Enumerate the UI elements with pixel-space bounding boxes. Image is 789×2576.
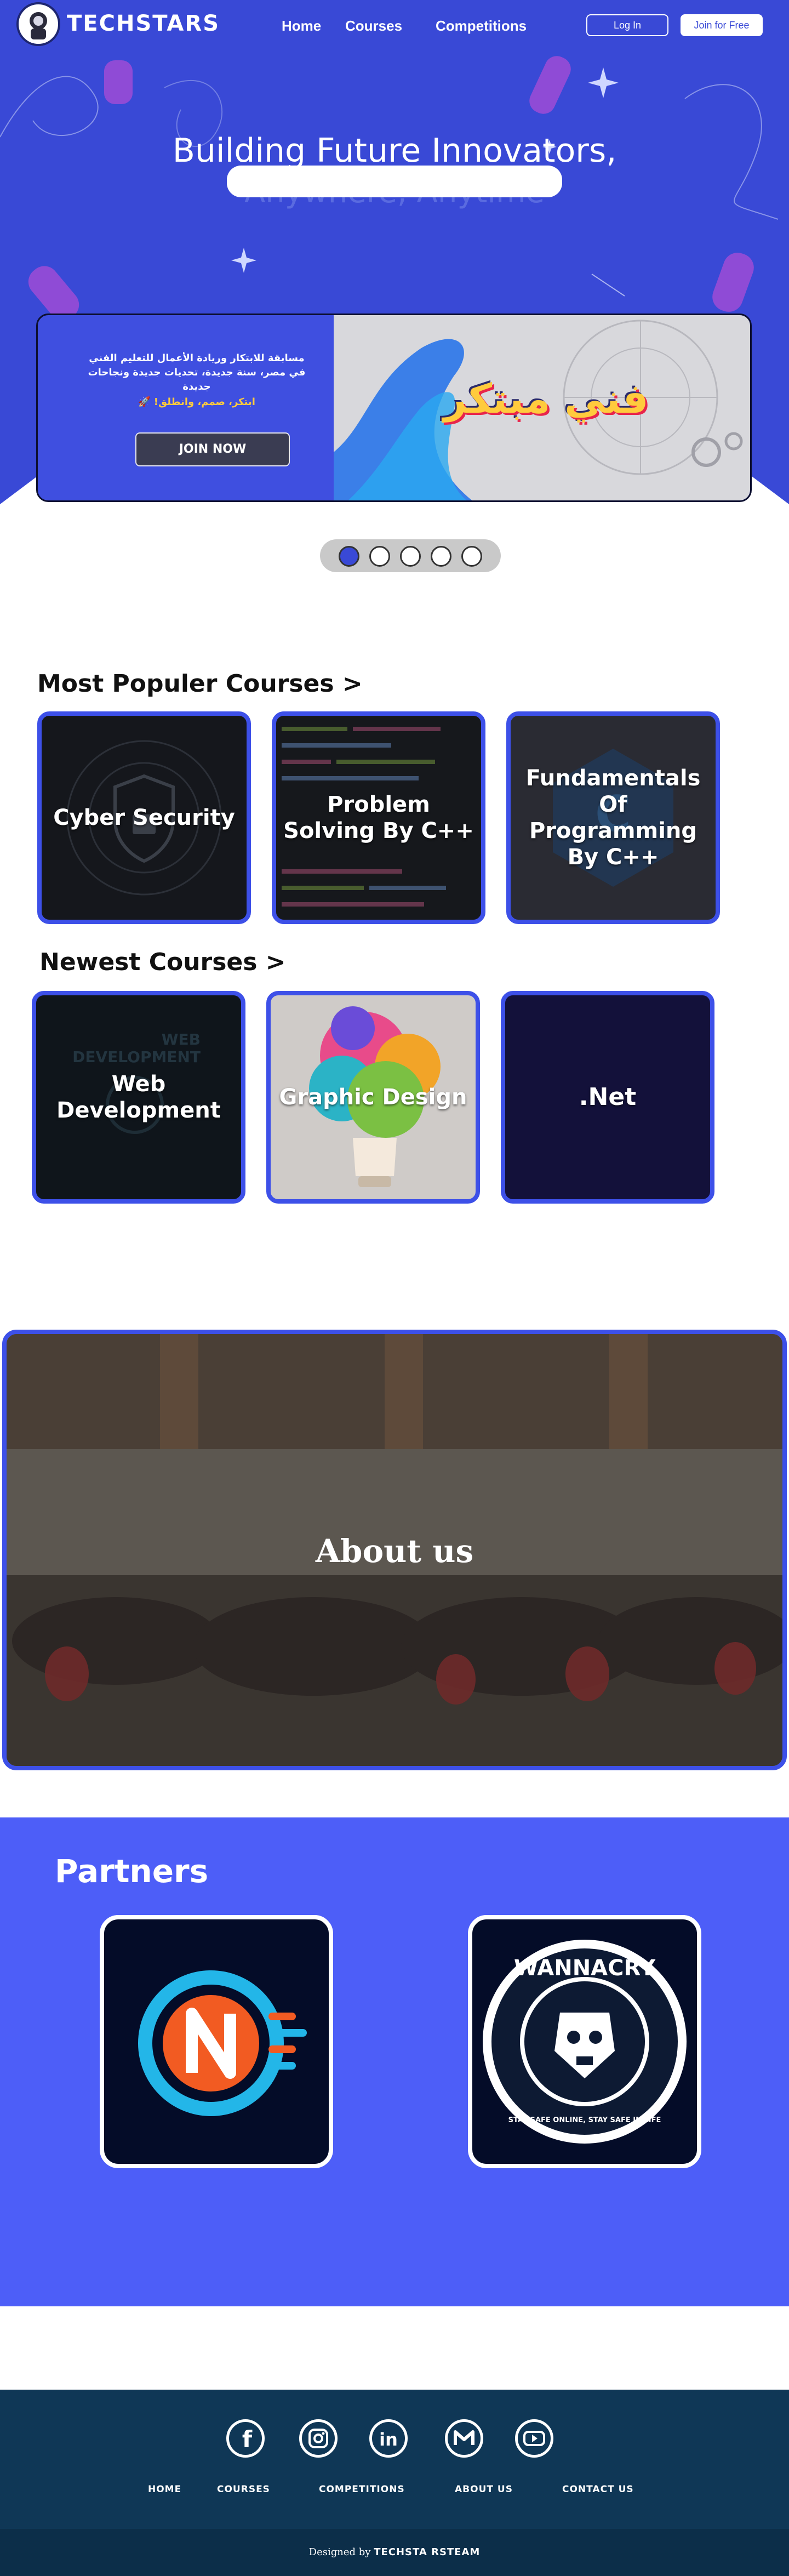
join-now-button[interactable]: JOIN NOW [135,432,290,466]
slider-dot-1[interactable] [339,546,359,567]
footer-link-competitions[interactable]: COMPETITIONS [319,2484,405,2495]
hero-section: TECHSTARS Home Courses Competitions Log … [0,0,789,515]
footer-link-home[interactable]: HOME [148,2484,181,2495]
instagram-icon[interactable] [299,2419,338,2458]
course-label: Fundamentals Of Programming By C++ [525,766,701,870]
footer-link-courses[interactable]: COURSES [217,2484,270,2495]
wannacry-emblem-icon: WANNACRY STAY SAFE ONLINE, STAY SAFE IN … [483,1940,687,2144]
popular-courses-title[interactable]: Most Populer Courses > [37,670,363,698]
nav-home[interactable]: Home [282,18,321,35]
linkedin-icon[interactable]: in [369,2419,408,2458]
credit-prefix: Designed by [308,2546,371,2558]
banner-slogan: ابتكر، صمم، وانطلق! 🚀 [138,396,255,408]
hero-title: Building Future Innovators, [172,132,617,170]
partner-ring-text: STAY SAFE ONLINE, STAY SAFE IN LIFE [508,2116,661,2124]
footer-link-about[interactable]: ABOUT US [455,2484,513,2495]
designer-credit: Designed by TECHSTA RSTEAM [0,2546,789,2558]
navbar: TECHSTARS Home Courses Competitions Log … [0,0,789,52]
logo-avatar[interactable] [16,2,60,46]
partner-card-wannacry[interactable]: WANNACRY STAY SAFE ONLINE, STAY SAFE IN … [468,1915,701,2168]
course-card-cyber-security[interactable]: Cyber Security [37,711,251,924]
n-brand-logo-icon [138,1970,307,2116]
course-label: Problem Solving By C++ [283,792,474,844]
banner-description-line2: في مصر، سنة جديدة، تحديات جديدة ونجاحات … [88,367,306,392]
join-free-button[interactable]: Join for Free [681,14,763,36]
about-us-label: About us [315,1532,474,1570]
course-label: Cyber Security [53,805,235,830]
svg-text:DEVELOPMENT: DEVELOPMENT [72,1048,201,1066]
course-label: .Net [579,1083,637,1111]
partner-name: WANNACRY [514,1956,656,1981]
nav-competitions[interactable]: Competitions [436,18,527,35]
course-card-dotnet[interactable]: .Net [501,991,714,1204]
banner-description-line1: مسابقة للابتكار وريادة الأعمال للتعليم ا… [89,352,305,364]
fanny-mobtaker-logo: فني مبتكر [443,375,649,423]
footer-link-contact[interactable]: CONTACT US [562,2484,634,2495]
footer-bottom-bar: Designed by TECHSTA RSTEAM [0,2529,789,2576]
partners-title: Partners [55,1853,209,1890]
login-button[interactable]: Log In [586,14,668,36]
course-card-problem-solving[interactable]: Problem Solving By C++ [272,711,485,924]
partners-section: Partners WANNACRY STAY SAFE ONLINE, STAY… [0,1817,789,2306]
about-us-banner[interactable]: About us [2,1330,787,1770]
slider-dot-4[interactable] [431,546,451,567]
nav-courses[interactable]: Courses [345,18,402,35]
facebook-icon[interactable]: f [226,2419,265,2458]
brand-name[interactable]: TECHSTARS [67,11,220,36]
competition-banner: مسابقة للابتكار وريادة الأعمال للتعليم ا… [36,314,752,502]
svg-text:f: f [242,2426,253,2453]
credit-team-name[interactable]: TECHSTA RSTEAM [374,2546,480,2558]
hero-highlight-shape [227,166,562,197]
partner-card-n-logo[interactable] [100,1915,333,2168]
gmail-icon[interactable] [445,2419,483,2458]
footer: f in HOME COURSES COMPETITIONS ABOUT US … [0,2390,789,2576]
course-card-web-development[interactable]: WEB DEVELOPMENT Web Development [32,991,245,1204]
slider-pagination [320,539,501,572]
course-card-graphic-design[interactable]: Graphic Design [266,991,480,1204]
course-label: Web Development [56,1072,221,1123]
slider-dot-5[interactable] [461,546,482,567]
newest-courses-title[interactable]: Newest Courses > [39,948,286,976]
course-card-fundamentals-cpp[interactable]: C Fundamentals Of Programming By C++ [506,711,720,924]
slider-dot-2[interactable] [369,546,390,567]
svg-text:WEB: WEB [162,1030,201,1048]
svg-text:in: in [379,2429,398,2450]
slider-dot-3[interactable] [400,546,421,567]
youtube-icon[interactable] [515,2419,553,2458]
course-label: Graphic Design [279,1085,467,1110]
